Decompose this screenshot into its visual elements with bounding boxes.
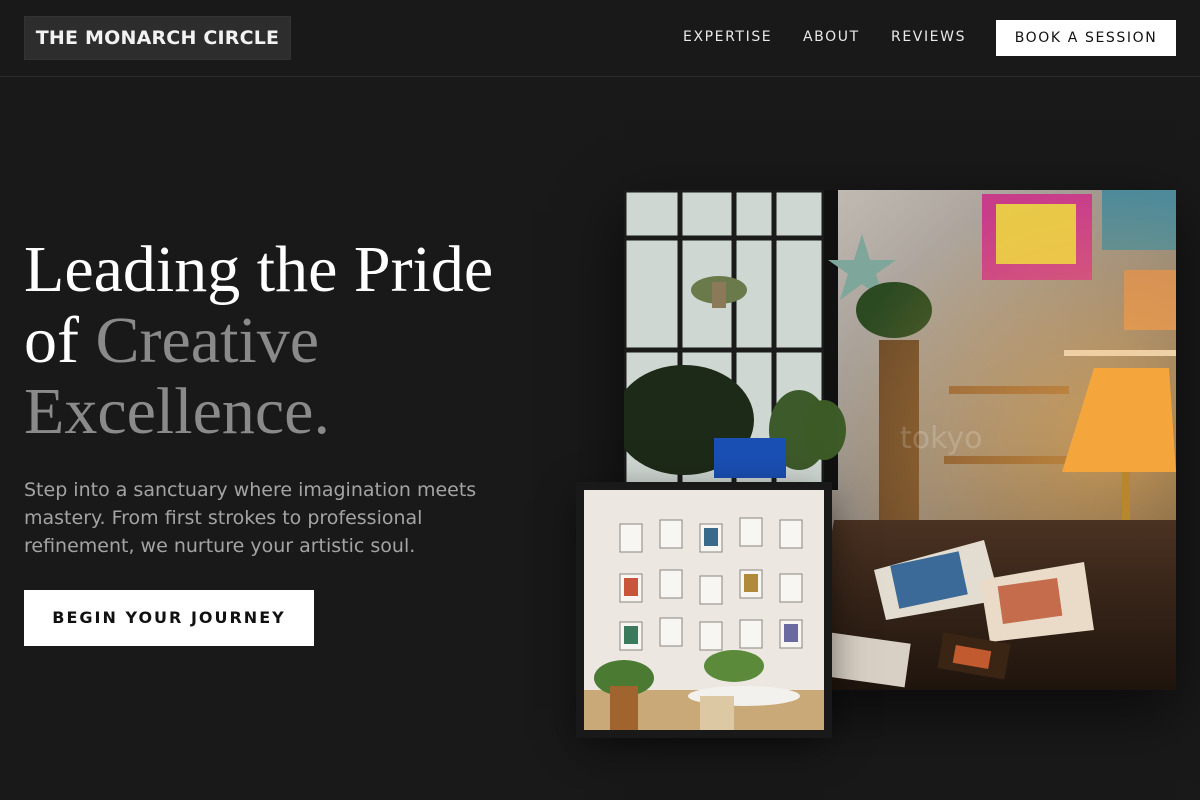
nav-expertise-link[interactable]: EXPERTISE [683,29,772,45]
gallery-illustration [584,490,824,730]
nav-about-link[interactable]: ABOUT [803,29,860,45]
site-logo[interactable]: THE MONARCH CIRCLE [24,16,291,60]
gallery-wall-image [576,482,832,738]
book-session-button[interactable]: BOOK A SESSION [996,20,1176,56]
hero-title-creative: Creative [95,304,320,377]
begin-journey-button[interactable]: BEGIN YOUR JOURNEY [24,590,314,646]
hero-title-excellence: Excellence. [24,375,330,448]
hero-title: Leading the Pride of Creative Excellence… [24,234,584,447]
hero-description: Step into a sanctuary where imagination … [24,479,477,557]
site-header: THE MONARCH CIRCLE EXPERTISE ABOUT REVIE… [0,0,1200,77]
studio-watermark: tokyo [900,421,983,456]
nav-reviews-link[interactable]: REVIEWS [891,29,966,45]
hero-title-of: of [24,304,96,377]
hero-title-line1: Leading the Pride [24,233,494,306]
